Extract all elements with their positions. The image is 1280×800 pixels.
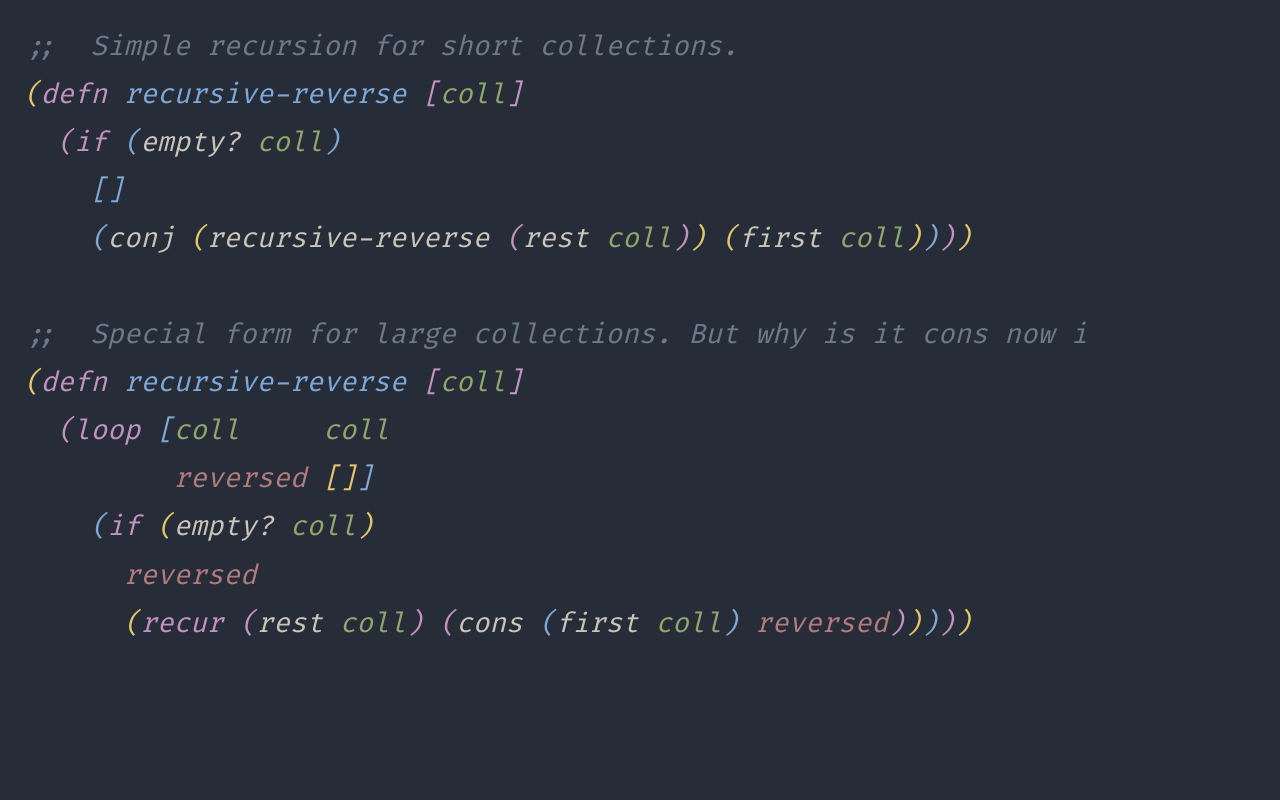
- call-rest: rest: [257, 608, 323, 641]
- code-editor[interactable]: ;; Simple recursion for short collection…: [0, 0, 1280, 673]
- paren-close: ): [938, 223, 955, 256]
- code-line: (loop [coll coll: [24, 415, 390, 448]
- paren-close: ): [955, 223, 972, 256]
- paren-open: (: [506, 223, 523, 256]
- empty-vec: []: [323, 463, 356, 496]
- call-recursive: recursive-reverse: [207, 223, 489, 256]
- paren-close: ): [406, 608, 423, 641]
- code-line: (defn recursive-reverse [coll]: [24, 367, 523, 400]
- paren-open: (: [157, 511, 174, 544]
- kw-defn: defn: [41, 79, 107, 112]
- paren-open: (: [539, 608, 556, 641]
- kw-loop: loop: [74, 415, 140, 448]
- paren-open: (: [722, 223, 739, 256]
- sym-coll: coll: [323, 415, 389, 448]
- bracket-close: ]: [506, 79, 523, 112]
- paren-close: ): [672, 223, 689, 256]
- paren-open: (: [24, 79, 41, 112]
- code-line: []: [24, 175, 124, 208]
- paren-close: ): [905, 608, 922, 641]
- sym-coll: coll: [838, 223, 904, 256]
- bracket-open: [: [423, 367, 440, 400]
- paren-close: ): [689, 223, 706, 256]
- bracket-open: [: [423, 79, 440, 112]
- kw-if: if: [107, 511, 140, 544]
- call-empty: empty?: [174, 511, 274, 544]
- kw-if: if: [74, 127, 107, 160]
- call-empty: empty?: [140, 127, 240, 160]
- fn-name: recursive-reverse: [124, 79, 406, 112]
- paren-open: (: [190, 223, 207, 256]
- paren-open: (: [90, 223, 107, 256]
- bracket-open: [: [157, 415, 174, 448]
- paren-open: (: [90, 511, 107, 544]
- paren-open: (: [439, 608, 456, 641]
- code-line: ;; Simple recursion for short collection…: [24, 31, 738, 64]
- call-first: first: [556, 608, 639, 641]
- sym-coll: coll: [656, 608, 722, 641]
- code-line: (defn recursive-reverse [coll]: [24, 79, 523, 112]
- sym-reversed: reversed: [174, 463, 307, 496]
- call-conj: conj: [107, 223, 173, 256]
- code-line: (if (empty? coll): [24, 511, 373, 544]
- paren-close: ): [921, 608, 938, 641]
- paren-open: (: [124, 608, 141, 641]
- paren-open: (: [24, 367, 41, 400]
- paren-close: ): [905, 223, 922, 256]
- arg: coll: [439, 79, 505, 112]
- paren-close: ): [722, 608, 739, 641]
- code-line: [24, 271, 41, 304]
- code-line: (conj (recursive-reverse (rest coll)) (f…: [24, 223, 971, 256]
- arg: coll: [439, 367, 505, 400]
- paren-close: ): [356, 511, 373, 544]
- kw-defn: defn: [41, 367, 107, 400]
- code-line: reversed []]: [24, 463, 373, 496]
- bracket-close: ]: [506, 367, 523, 400]
- comment: ;; Simple recursion for short collection…: [24, 31, 738, 64]
- sym-coll: coll: [174, 415, 240, 448]
- paren-close: ): [938, 608, 955, 641]
- code-line: (if (empty? coll): [24, 127, 340, 160]
- paren-close: ): [955, 608, 972, 641]
- fn-name: recursive-reverse: [124, 367, 406, 400]
- sym-reversed: reversed: [755, 608, 888, 641]
- call-first: first: [739, 223, 822, 256]
- paren-open: (: [57, 127, 74, 160]
- paren-open: (: [240, 608, 257, 641]
- empty-vec: []: [90, 175, 123, 208]
- code-line: reversed: [24, 560, 257, 593]
- call-rest: rest: [523, 223, 589, 256]
- kw-recur: recur: [140, 608, 223, 641]
- sym-reversed: reversed: [124, 560, 257, 593]
- sym-coll: coll: [290, 511, 356, 544]
- call-cons: cons: [456, 608, 522, 641]
- paren-close: ): [921, 223, 938, 256]
- bracket-close: ]: [356, 463, 373, 496]
- paren-close: ): [323, 127, 340, 160]
- paren-open: (: [124, 127, 141, 160]
- sym-coll: coll: [257, 127, 323, 160]
- code-line: ;; Special form for large collections. B…: [24, 319, 1087, 352]
- sym-coll: coll: [340, 608, 406, 641]
- paren-open: (: [57, 415, 74, 448]
- comment: ;; Special form for large collections. B…: [24, 319, 1087, 352]
- paren-close: ): [888, 608, 905, 641]
- sym-coll: coll: [606, 223, 672, 256]
- code-line: (recur (rest coll) (cons (first coll) re…: [24, 608, 971, 641]
